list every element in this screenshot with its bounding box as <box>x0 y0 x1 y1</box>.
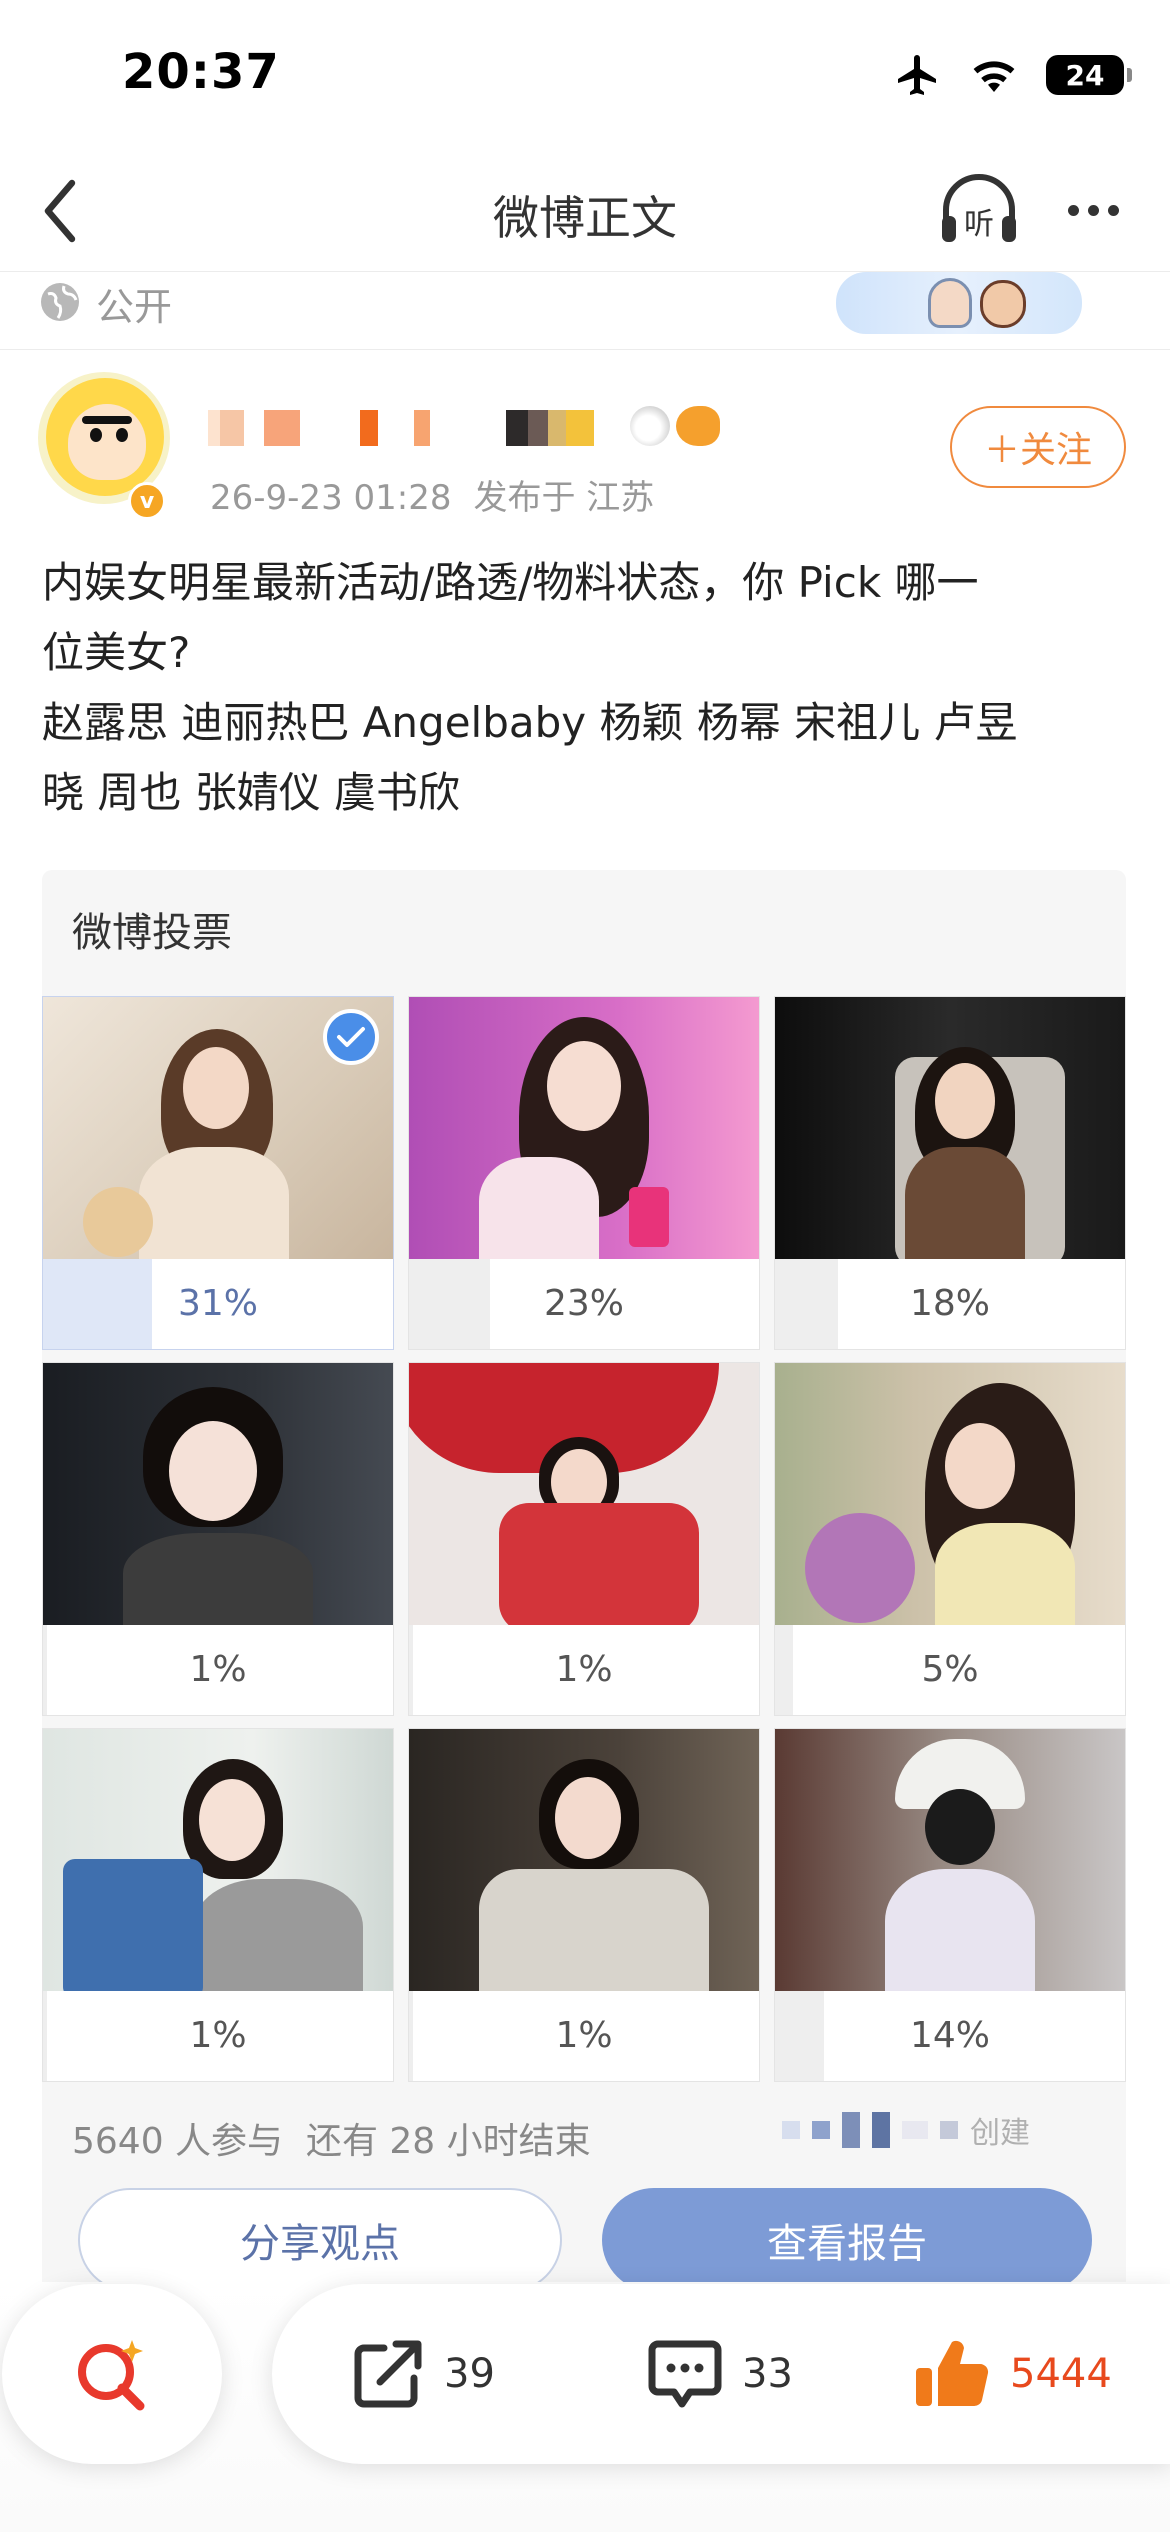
vote-creator-suffix: 创建 <box>970 2116 1030 2151</box>
comment-count: 33 <box>742 2351 793 2397</box>
vote-percent: 23% <box>543 1283 624 1324</box>
post-text-line: 内娱女明星最新活动/路透/物料状态，你 Pick 哪一 <box>42 558 979 607</box>
vote-bar: 1% <box>409 1625 759 1715</box>
more-icon-dot <box>1067 204 1079 216</box>
user-badges <box>630 406 720 446</box>
vote-bar: 5% <box>775 1625 1125 1715</box>
badge-icon <box>630 406 670 446</box>
bottom-action-bar: 39 33 5444 <box>0 2282 1170 2532</box>
repost-button[interactable]: 39 <box>350 2334 495 2414</box>
post-text-line: 赵露思 迪丽热巴 Angelbaby 杨颖 杨幂 宋祖儿 卢昱 <box>42 698 1018 747</box>
wifi-icon <box>973 61 1015 92</box>
status-time: 20:37 <box>122 44 280 100</box>
vote-percent: 18% <box>909 1283 990 1324</box>
vote-participants: 5640 人参与 <box>72 2121 284 2162</box>
vote-bar: 31% <box>43 1259 393 1349</box>
status-bar: 20:37 24 <box>0 0 1170 150</box>
vote-percent: 1% <box>555 1649 613 1690</box>
cartoon-figure <box>980 280 1026 328</box>
more-button[interactable] <box>1058 180 1128 240</box>
vote-percent: 31% <box>177 1283 258 1324</box>
post-time: 26-9-23 01:28 <box>210 478 452 518</box>
vote-bar: 18% <box>775 1259 1125 1349</box>
badge-icon <box>676 406 720 446</box>
vote-bar: 1% <box>43 1991 393 2081</box>
decoration-banner <box>836 272 1082 334</box>
vote-stats: 5640 人参与 还有 28 小时结束 <box>72 2112 591 2164</box>
like-button[interactable]: 5444 <box>912 2334 1112 2414</box>
verified-badge: v <box>128 482 166 520</box>
vote-option[interactable]: 18% <box>774 996 1126 1350</box>
vote-percent: 1% <box>555 2015 613 2056</box>
post-location: 发布于 江苏 <box>473 478 655 518</box>
more-icon-dot <box>1087 204 1099 216</box>
selected-check-icon <box>323 1009 379 1065</box>
vote-option[interactable]: 31% <box>42 996 394 1350</box>
thumbs-up-icon <box>916 2340 989 2407</box>
vote-photo <box>775 997 1125 1259</box>
action-pill: 39 33 5444 <box>272 2284 1170 2464</box>
vote-bar: 23% <box>409 1259 759 1349</box>
battery-icon: 24 <box>1046 55 1132 95</box>
author-name-redacted[interactable] <box>208 408 594 448</box>
ai-search-icon <box>78 2340 145 2411</box>
vote-photo <box>409 1729 759 1991</box>
vote-creator-redacted: 创建 <box>782 2110 1030 2151</box>
vote-option[interactable]: 1% <box>408 1362 760 1716</box>
visibility-strip: 公开 <box>0 272 1170 350</box>
vote-percent: 1% <box>189 1649 247 1690</box>
vote-photo <box>775 1363 1125 1625</box>
comment-button[interactable]: 33 <box>646 2334 793 2414</box>
post-text-line: 位美女? <box>42 628 191 677</box>
vote-percent: 1% <box>189 2015 247 2056</box>
vote-title: 微博投票 <box>72 910 232 956</box>
more-icon-dot <box>1107 204 1119 216</box>
vote-photo <box>43 1363 393 1625</box>
vote-remaining: 还有 28 小时结束 <box>305 2121 591 2162</box>
svg-text:听: 听 <box>964 207 994 242</box>
airplane-icon <box>898 55 936 95</box>
vote-bar: 14% <box>775 1991 1125 2081</box>
vote-bar: 1% <box>43 1625 393 1715</box>
vote-option[interactable]: 23% <box>408 996 760 1350</box>
battery-level: 24 <box>1065 58 1105 92</box>
cartoon-figure <box>928 278 972 328</box>
comment-icon <box>648 2340 722 2408</box>
vote-option[interactable]: 1% <box>408 1728 760 2082</box>
vote-percent: 5% <box>921 1649 979 1690</box>
vote-card: 微博投票 31% 23% 18% 1% 1% 5% 1% 1% 14% 5640… <box>42 870 1126 2310</box>
vote-photo <box>409 1363 759 1625</box>
post-meta: 26-9-23 01:28 发布于 江苏 <box>210 470 654 519</box>
repost-count: 39 <box>444 2351 495 2397</box>
vote-option[interactable]: 14% <box>774 1728 1126 2082</box>
ai-search-button[interactable] <box>2 2284 222 2464</box>
follow-button[interactable]: ＋关注 <box>950 406 1126 488</box>
globe-icon <box>41 283 79 321</box>
vote-photo <box>43 1729 393 1991</box>
visibility-label: 公开 <box>96 285 173 329</box>
post-text: 内娱女明星最新活动/路透/物料状态，你 Pick 哪一 位美女? 赵露思 迪丽热… <box>42 548 1132 828</box>
like-count: 5444 <box>1010 2351 1112 2397</box>
vote-option[interactable]: 5% <box>774 1362 1126 1716</box>
share-opinion-button[interactable]: 分享观点 <box>78 2188 562 2292</box>
status-icons: 24 <box>894 50 1132 100</box>
post-text-line: 晓 周也 张婧仪 虞书欣 <box>42 768 461 817</box>
repost-icon <box>354 2340 422 2408</box>
view-report-button[interactable]: 查看报告 <box>602 2188 1092 2292</box>
vote-bar: 1% <box>409 1991 759 2081</box>
vote-option[interactable]: 1% <box>42 1728 394 2082</box>
nav-bar: 微博正文 听 <box>0 150 1170 272</box>
vote-option[interactable]: 1% <box>42 1362 394 1716</box>
listen-button[interactable]: 听 <box>938 170 1020 250</box>
vote-photo <box>409 997 759 1259</box>
listen-icon: 听 <box>942 174 1016 242</box>
vote-percent: 14% <box>909 2015 990 2056</box>
vote-photo <box>775 1729 1125 1991</box>
